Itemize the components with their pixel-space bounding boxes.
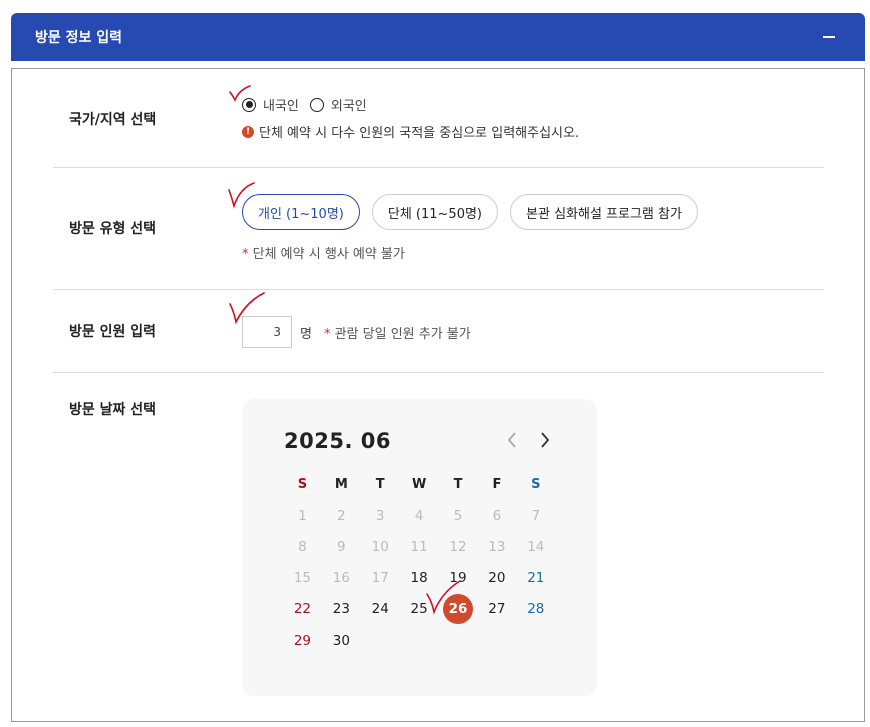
calendar-day: 14	[527, 538, 545, 555]
calendar-day[interactable]: 27	[477, 594, 516, 624]
calendar-day[interactable]: 23	[322, 594, 361, 624]
calendar-day[interactable]: 29	[283, 626, 322, 656]
radio-checked-dot	[245, 101, 253, 108]
visit-type-note-text: 단체 예약 시 행사 예약 불가	[248, 247, 405, 262]
calendar-day: 5	[453, 507, 463, 524]
chevron-right-icon	[541, 432, 550, 448]
calendar-empty-cell	[361, 626, 400, 656]
calendar-weekday: M	[334, 476, 348, 492]
country-radio-group: 내국인 외국인	[242, 95, 370, 114]
calendar-week-row: 15 16 17 18 19 20 21	[283, 563, 555, 594]
date-row: 방문 날짜 선택 2025. 06 S M T W T F S 1 2 3 4 5 6 7 8 9 10 11 12…	[53, 373, 824, 713]
calendar-day: 9	[337, 538, 346, 555]
country-row: 국가/지역 선택 내국인 외국인 ! 단체 예약 시 다수 인원의 국적을 중심…	[53, 69, 824, 168]
section-title: 방문 정보 입력	[35, 30, 123, 46]
calendar-empty-cell	[439, 626, 478, 656]
calendar-day: 16	[332, 570, 350, 587]
calendar-week-row: 22 23 24 25 26 27 28	[283, 594, 555, 625]
calendar-day[interactable]: 20	[477, 563, 516, 593]
calendar-day: 6	[492, 507, 502, 524]
radio-domestic-control[interactable]	[242, 97, 256, 112]
visit-type-buttons: 개인 (1~10명) 단체 (11~50명) 본관 심화해설 프로그램 참가	[242, 194, 698, 230]
headcount-label: 방문 인원 입력	[69, 324, 157, 340]
calendar-day: 1	[298, 507, 307, 524]
calendar-day: 11	[410, 538, 428, 555]
calendar-weekday-row: SMTWTFS	[283, 469, 555, 500]
calendar-weekday: F	[492, 476, 502, 492]
calendar-day: 12	[449, 538, 467, 555]
calendar-empty-cell	[400, 626, 439, 656]
visit-type-label: 방문 유형 선택	[69, 221, 157, 237]
visit-type-row: 방문 유형 선택 개인 (1~10명) 단체 (11~50명) 본관 심화해설 …	[53, 168, 824, 290]
visit-type-individual-button[interactable]: 개인 (1~10명)	[242, 194, 360, 230]
calendar-day: 7	[531, 507, 541, 524]
calendar-next-button[interactable]	[532, 427, 558, 453]
calendar-week-row: 29 30	[283, 625, 555, 656]
calendar-weekday: W	[411, 476, 427, 492]
calendar-day[interactable]: 18	[400, 563, 439, 593]
country-notice-text: 단체 예약 시 다수 인원의 국적을 중심으로 입력해주십시오.	[259, 126, 580, 141]
radio-foreign-label: 외국인	[330, 99, 367, 114]
headcount-note: * 관람 당일 인원 추가 불가	[324, 323, 471, 342]
radio-foreign[interactable]: 외국인	[309, 95, 367, 114]
radio-domestic-label: 내국인	[263, 99, 299, 114]
form-panel: 국가/지역 선택 내국인 외국인 ! 단체 예약 시 다수 인원의 국적을 중심…	[11, 68, 865, 722]
country-notice: ! 단체 예약 시 다수 인원의 국적을 중심으로 입력해주십시오.	[242, 122, 579, 141]
headcount-field-wrap: 명 * 관람 당일 인원 추가 불가	[242, 316, 471, 348]
calendar-day-selected[interactable]: 26	[439, 594, 478, 625]
calendar-day[interactable]: 22	[283, 594, 322, 624]
calendar-empty-cell	[516, 626, 555, 656]
calendar-day[interactable]: 19	[439, 563, 478, 593]
alert-icon: !	[242, 125, 254, 138]
visit-type-program-button[interactable]: 본관 심화해설 프로그램 참가	[510, 194, 698, 230]
headcount-row: 방문 인원 입력 명 * 관람 당일 인원 추가 불가	[53, 290, 824, 373]
headcount-unit: 명	[300, 326, 312, 342]
calendar-weekday: S	[297, 476, 308, 492]
calendar-selected-marker: 26	[443, 594, 473, 625]
headcount-input[interactable]	[242, 316, 292, 348]
minus-icon	[823, 36, 835, 38]
radio-domestic[interactable]: 내국인	[242, 95, 299, 114]
calendar-day[interactable]: 24	[361, 594, 400, 624]
chevron-left-icon	[507, 432, 516, 448]
section-header: 방문 정보 입력	[11, 13, 865, 61]
visit-type-note: * 단체 예약 시 행사 예약 불가	[242, 243, 405, 262]
visit-type-group-button[interactable]: 단체 (11~50명)	[371, 194, 499, 230]
calendar-prev-button[interactable]	[499, 427, 525, 453]
calendar-week-row: 1 2 3 4 5 6 7	[283, 500, 555, 531]
calendar-weekday: T	[375, 476, 385, 492]
calendar-day: 4	[414, 507, 424, 524]
calendar-day: 13	[488, 538, 506, 555]
calendar-day[interactable]: 25	[400, 594, 439, 624]
country-label: 국가/지역 선택	[69, 112, 157, 128]
calendar-empty-cell	[477, 626, 516, 656]
radio-foreign-control[interactable]	[309, 97, 324, 112]
calendar-grid: S M T W T F S 1 2 3 4 5 6 7 8 9 10 11 12 13 14 15 16 17 18 19 20 21…	[283, 469, 555, 656]
date-label: 방문 날짜 선택	[69, 402, 157, 418]
calendar: 2025. 06 S M T W T F S 1 2 3 4 5 6 7 8 9 10 11 12 13 14 15 16 1…	[242, 399, 597, 696]
calendar-day: 8	[298, 538, 307, 555]
calendar-day: 17	[371, 570, 389, 587]
calendar-day: 3	[375, 507, 385, 524]
calendar-day: 15	[293, 570, 312, 587]
calendar-day: 10	[371, 538, 389, 555]
collapse-button[interactable]	[817, 25, 841, 49]
calendar-day[interactable]: 28	[516, 594, 555, 624]
headcount-note-text: 관람 당일 인원 추가 불가	[330, 326, 471, 342]
calendar-weekday: T	[453, 476, 463, 492]
calendar-day[interactable]: 21	[516, 563, 555, 593]
calendar-day: 2	[337, 507, 346, 524]
calendar-month-title: 2025. 06	[284, 429, 391, 453]
calendar-week-row: 8 9 10 11 12 13 14	[283, 531, 555, 562]
calendar-weekday: S	[531, 476, 541, 492]
calendar-day[interactable]: 30	[322, 626, 361, 656]
